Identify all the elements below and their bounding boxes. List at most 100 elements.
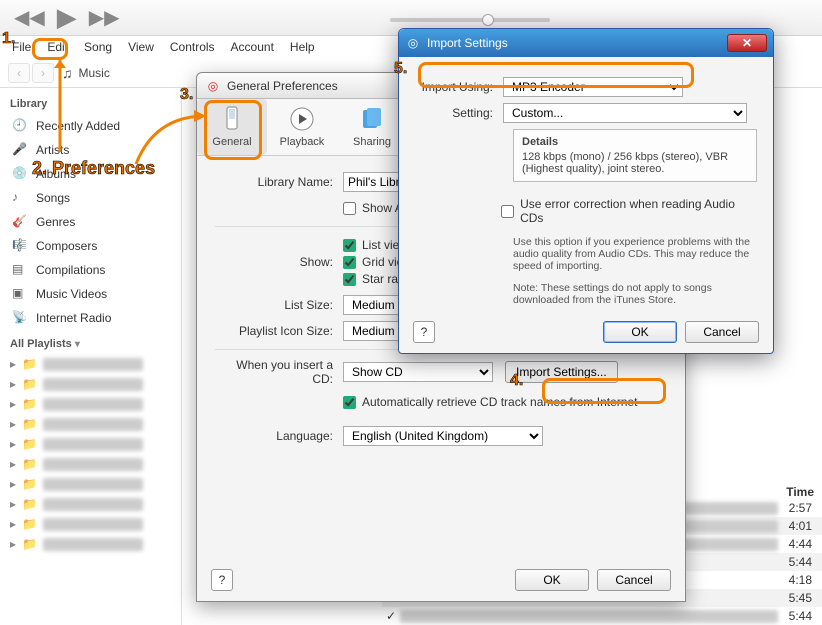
playback-icon	[289, 106, 315, 132]
clock-icon: 🕘	[12, 118, 28, 134]
menu-account[interactable]: Account	[223, 38, 282, 56]
sidebar-item-genres[interactable]: 🎸Genres	[4, 210, 177, 234]
details-box: Details 128 kbps (mono) / 256 kbps (ster…	[513, 129, 757, 182]
help-button[interactable]: ?	[211, 569, 233, 591]
volume-slider[interactable]	[390, 18, 550, 22]
disclosure-icon: ▸	[10, 457, 16, 471]
disclosure-icon: ▸	[10, 497, 16, 511]
play-icon[interactable]: ▶	[57, 2, 77, 33]
mic-icon: 🎤	[12, 142, 28, 158]
menu-song[interactable]: Song	[76, 38, 120, 56]
label-import-using: Import Using:	[417, 80, 503, 94]
tab-playback[interactable]: Playback	[267, 99, 337, 155]
prefs-title: General Preferences	[227, 79, 338, 93]
label-list-size: List Size:	[215, 298, 343, 312]
tab-general[interactable]: General	[197, 99, 267, 155]
imp-titlebar[interactable]: ◎ Import Settings ✕	[399, 29, 773, 57]
sidebar-item-compilations[interactable]: ▤Compilations	[4, 258, 177, 282]
back-button[interactable]: ‹	[8, 63, 30, 83]
arrow-1-2	[48, 60, 72, 160]
callout-3: 3.	[180, 86, 193, 104]
details-text: 128 kbps (mono) / 256 kbps (stereo), VBR…	[522, 151, 748, 175]
prefs-cancel-button[interactable]: Cancel	[597, 569, 671, 591]
menu-edit[interactable]: Edit	[39, 38, 76, 56]
callout-1: 1.	[2, 30, 15, 48]
folder-icon: 📁	[22, 517, 37, 531]
label-language: Language:	[215, 429, 343, 443]
playlist-item[interactable]: ▸📁	[4, 514, 177, 534]
insert-cd-select[interactable]: Show CD	[343, 362, 493, 382]
imp-cancel-button[interactable]: Cancel	[685, 321, 759, 343]
import-settings-dialog: ◎ Import Settings ✕ Import Using:MP3 Enc…	[398, 28, 774, 354]
disclosure-icon: ▸	[10, 417, 16, 431]
prefs-ok-button[interactable]: OK	[515, 569, 589, 591]
guitar-icon: 🎸	[12, 214, 28, 230]
label-setting: Setting:	[417, 106, 503, 120]
imp-title: Import Settings	[427, 36, 508, 50]
note-icon: ♪	[12, 190, 28, 206]
language-select[interactable]: English (United Kingdom)	[343, 426, 543, 446]
disclosure-icon: ▸	[10, 397, 16, 411]
disclosure-icon: ▸	[10, 437, 16, 451]
folder-icon: 📁	[22, 437, 37, 451]
playlist-item[interactable]: ▸📁	[4, 454, 177, 474]
label-playlist-icon: Playlist Icon Size:	[215, 324, 343, 338]
playlist-item[interactable]: ▸📁	[4, 374, 177, 394]
prev-icon[interactable]: ◀◀	[14, 5, 45, 30]
next-icon[interactable]: ▶▶	[89, 5, 120, 30]
stack-icon: ▤	[12, 262, 28, 278]
arrow-2-3	[134, 110, 206, 168]
store-note: Note: These settings do not apply to son…	[513, 282, 757, 306]
playlist-item[interactable]: ▸📁	[4, 414, 177, 434]
label-library-name: Library Name:	[215, 175, 343, 189]
menu-help[interactable]: Help	[282, 38, 323, 56]
gridview-checkbox[interactable]	[343, 256, 356, 269]
chevron-down-icon: ▾	[75, 339, 80, 350]
radio-icon: 📡	[12, 310, 28, 326]
imp-help-button[interactable]: ?	[413, 321, 435, 343]
disclosure-icon: ▸	[10, 477, 16, 491]
tab-sharing[interactable]: Sharing	[337, 99, 407, 155]
menu-controls[interactable]: Controls	[162, 38, 223, 56]
folder-icon: 📁	[22, 537, 37, 551]
import-using-select[interactable]: MP3 Encoder	[503, 77, 683, 97]
auto-cd-checkbox[interactable]	[343, 396, 356, 409]
star-checkbox[interactable]	[343, 273, 356, 286]
playlist-item[interactable]: ▸📁	[4, 474, 177, 494]
album-icon: 💿	[12, 166, 28, 182]
playlist-item[interactable]: ▸📁	[4, 394, 177, 414]
disclosure-icon: ▸	[10, 517, 16, 531]
sidebar-item-songs[interactable]: ♪Songs	[4, 186, 177, 210]
playlists-header[interactable]: All Playlists ▾	[4, 330, 177, 354]
listview-checkbox[interactable]	[343, 239, 356, 252]
error-correction-checkbox[interactable]	[501, 205, 514, 218]
setting-select[interactable]: Custom...	[503, 103, 747, 123]
close-button[interactable]: ✕	[727, 34, 767, 52]
general-icon	[219, 106, 245, 132]
sidebar-item-videos[interactable]: ▣Music Videos	[4, 282, 177, 306]
playlist-item[interactable]: ▸📁	[4, 354, 177, 374]
disclosure-icon: ▸	[10, 537, 16, 551]
breadcrumb-label: Music	[79, 66, 110, 80]
table-row[interactable]: ✓5:44	[382, 607, 822, 625]
label-insert-cd: When you insert a CD:	[215, 358, 343, 386]
sheet-icon: 🎼	[12, 238, 28, 254]
imp-ok-button[interactable]: OK	[603, 321, 677, 343]
menu-view[interactable]: View	[120, 38, 162, 56]
folder-icon: 📁	[22, 397, 37, 411]
ec-hint: Use this option if you experience proble…	[513, 236, 757, 272]
sidebar-item-composers[interactable]: 🎼Composers	[4, 234, 177, 258]
disclosure-icon: ▸	[10, 357, 16, 371]
callout-4: 4.	[510, 372, 523, 390]
playlist-item[interactable]: ▸📁	[4, 434, 177, 454]
playlist-item[interactable]: ▸📁	[4, 494, 177, 514]
playlist-item[interactable]: ▸📁	[4, 534, 177, 554]
video-icon: ▣	[12, 286, 28, 302]
disclosure-icon: ▸	[10, 377, 16, 391]
label-show: Show:	[215, 255, 343, 269]
itunes-icon: ◎	[205, 78, 221, 94]
itunes-icon: ◎	[405, 35, 421, 51]
sidebar-item-radio[interactable]: 📡Internet Radio	[4, 306, 177, 330]
folder-icon: 📁	[22, 417, 37, 431]
show-apple-checkbox[interactable]	[343, 202, 356, 215]
